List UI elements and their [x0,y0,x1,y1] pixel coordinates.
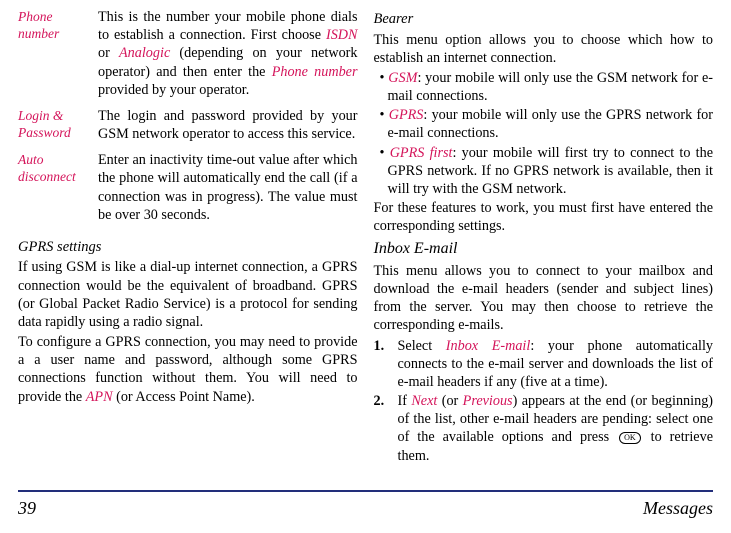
left-column: Phone number This is the number your mob… [18,8,358,486]
text: Enter an inactivity time-out value after… [98,152,358,223]
text: (or Access Point Name). [113,389,255,405]
text: Select [398,338,446,354]
bullet-item: GPRS first: your mobile will first try t… [374,144,714,199]
inline-keyword: GPRS [389,107,424,123]
inline-keyword: GPRS first [390,145,453,161]
def-term: Phone number [18,8,98,107]
def-row: Login & Password The login and password … [18,107,358,151]
def-desc: This is the number your mobile phone dia… [98,8,358,107]
gprs-settings-heading: GPRS settings [18,238,358,257]
inline-keyword: Inbox E-mail [446,338,531,354]
def-row: Auto disconnect Enter an inactivity time… [18,151,358,232]
inbox-email-heading: Inbox E-mail [374,239,714,259]
inline-keyword: GSM [388,70,417,86]
inline-keyword: Phone number [272,64,358,80]
section-name: Messages [643,498,713,519]
text: or [98,45,119,61]
text: If [398,393,412,409]
ok-button-icon: OK [619,432,641,444]
bullet-item: GSM: your mobile will only use the GSM n… [374,69,714,105]
paragraph: If using GSM is like a dial-up internet … [18,258,358,331]
text: : your mobile will only use the GSM netw… [388,70,714,104]
text: provided by your operator. [98,82,249,98]
inline-keyword: ISDN [326,27,358,43]
page-footer: 39 Messages [18,490,713,519]
paragraph: For these features to work, you must fir… [374,199,714,235]
paragraph: This menu allows you to connect to your … [374,262,714,335]
item-number: 2. [374,392,385,410]
inline-keyword: Analogic [119,45,170,61]
text: (or [437,393,462,409]
inline-keyword: Previous [463,393,513,409]
def-desc: The login and password provided by your … [98,107,358,151]
right-column: Bearer This menu option allows you to ch… [374,8,714,486]
def-desc: Enter an inactivity time-out value after… [98,151,358,232]
numbered-list: 1. Select Inbox E-mail: your phone autom… [374,337,714,465]
definition-table: Phone number This is the number your mob… [18,8,358,232]
numbered-item: 1. Select Inbox E-mail: your phone autom… [374,337,714,392]
text: This is the number your mobile phone dia… [98,9,358,43]
inline-keyword: Next [411,393,437,409]
def-term: Auto disconnect [18,151,98,232]
inline-keyword: APN [86,389,113,405]
bearer-heading: Bearer [374,10,714,29]
paragraph: To configure a GPRS connection, you may … [18,333,358,406]
bullet-item: GPRS: your mobile will only use the GPRS… [374,106,714,142]
text: : your mobile will only use the GPRS net… [388,107,714,141]
numbered-item: 2. If Next (or Previous) appears at the … [374,392,714,465]
page-number: 39 [18,498,36,519]
bullet-list: GSM: your mobile will only use the GSM n… [374,69,714,198]
item-number: 1. [374,337,385,355]
text: The login and password provided by your … [98,108,358,142]
def-row: Phone number This is the number your mob… [18,8,358,107]
def-term: Login & Password [18,107,98,151]
paragraph: This menu option allows you to choose wh… [374,31,714,67]
